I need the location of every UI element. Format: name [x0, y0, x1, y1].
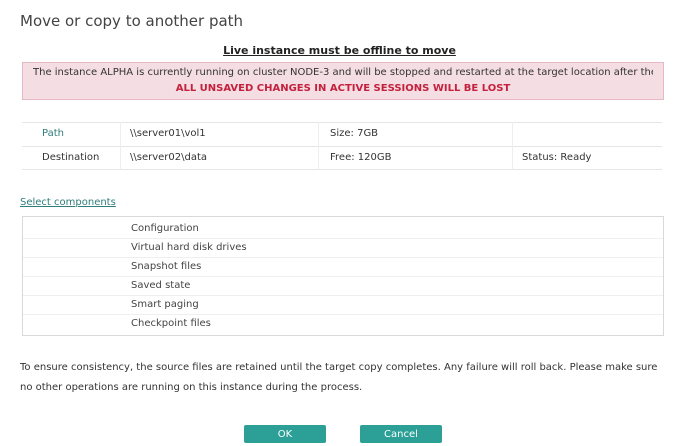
details-value-path: \\server01\vol1	[130, 128, 206, 139]
dialog-title: Move or copy to another path	[20, 12, 244, 30]
details-label-destination: Destination	[42, 152, 100, 163]
list-item-label: Configuration	[131, 223, 199, 234]
alert-message: The instance ALPHA is currently running …	[33, 67, 653, 78]
list-item[interactable]: Checkpoint files	[23, 316, 663, 333]
components-list[interactable]: Configuration Virtual hard disk drives S…	[22, 216, 664, 336]
list-item[interactable]: Smart paging	[23, 297, 663, 315]
list-item[interactable]: Snapshot files	[23, 259, 663, 277]
section-label: Select components	[20, 197, 116, 208]
alert-box: The instance ALPHA is currently running …	[22, 62, 664, 100]
list-item[interactable]: Virtual hard disk drives	[23, 240, 663, 258]
details-grid: Path \\server01\vol1 Size: 7GB Destinati…	[22, 122, 662, 170]
details-value-status: Status: Ready	[522, 152, 592, 163]
list-item[interactable]: Saved state	[23, 278, 663, 296]
banner-heading: Live instance must be offline to move	[223, 44, 456, 57]
list-item-label: Virtual hard disk drives	[131, 242, 247, 253]
list-item-label: Snapshot files	[131, 261, 202, 272]
details-value-size: Size: 7GB	[330, 128, 379, 139]
cancel-button[interactable]: Cancel	[360, 425, 442, 443]
info-note: To ensure consistency, the source files …	[20, 362, 658, 393]
details-value-free: Free: 120GB	[330, 152, 392, 163]
list-item-label: Smart paging	[131, 299, 199, 310]
list-item[interactable]: Configuration	[23, 221, 663, 239]
dialog: Move or copy to another path Live instan…	[0, 0, 679, 446]
alert-warning: ALL UNSAVED CHANGES IN ACTIVE SESSIONS W…	[175, 83, 511, 94]
details-label-path: Path	[42, 128, 64, 139]
details-value-destination: \\server02\data	[130, 152, 208, 163]
list-item-label: Checkpoint files	[131, 318, 211, 329]
list-item-label: Saved state	[131, 280, 191, 291]
ok-button[interactable]: OK	[244, 425, 326, 443]
